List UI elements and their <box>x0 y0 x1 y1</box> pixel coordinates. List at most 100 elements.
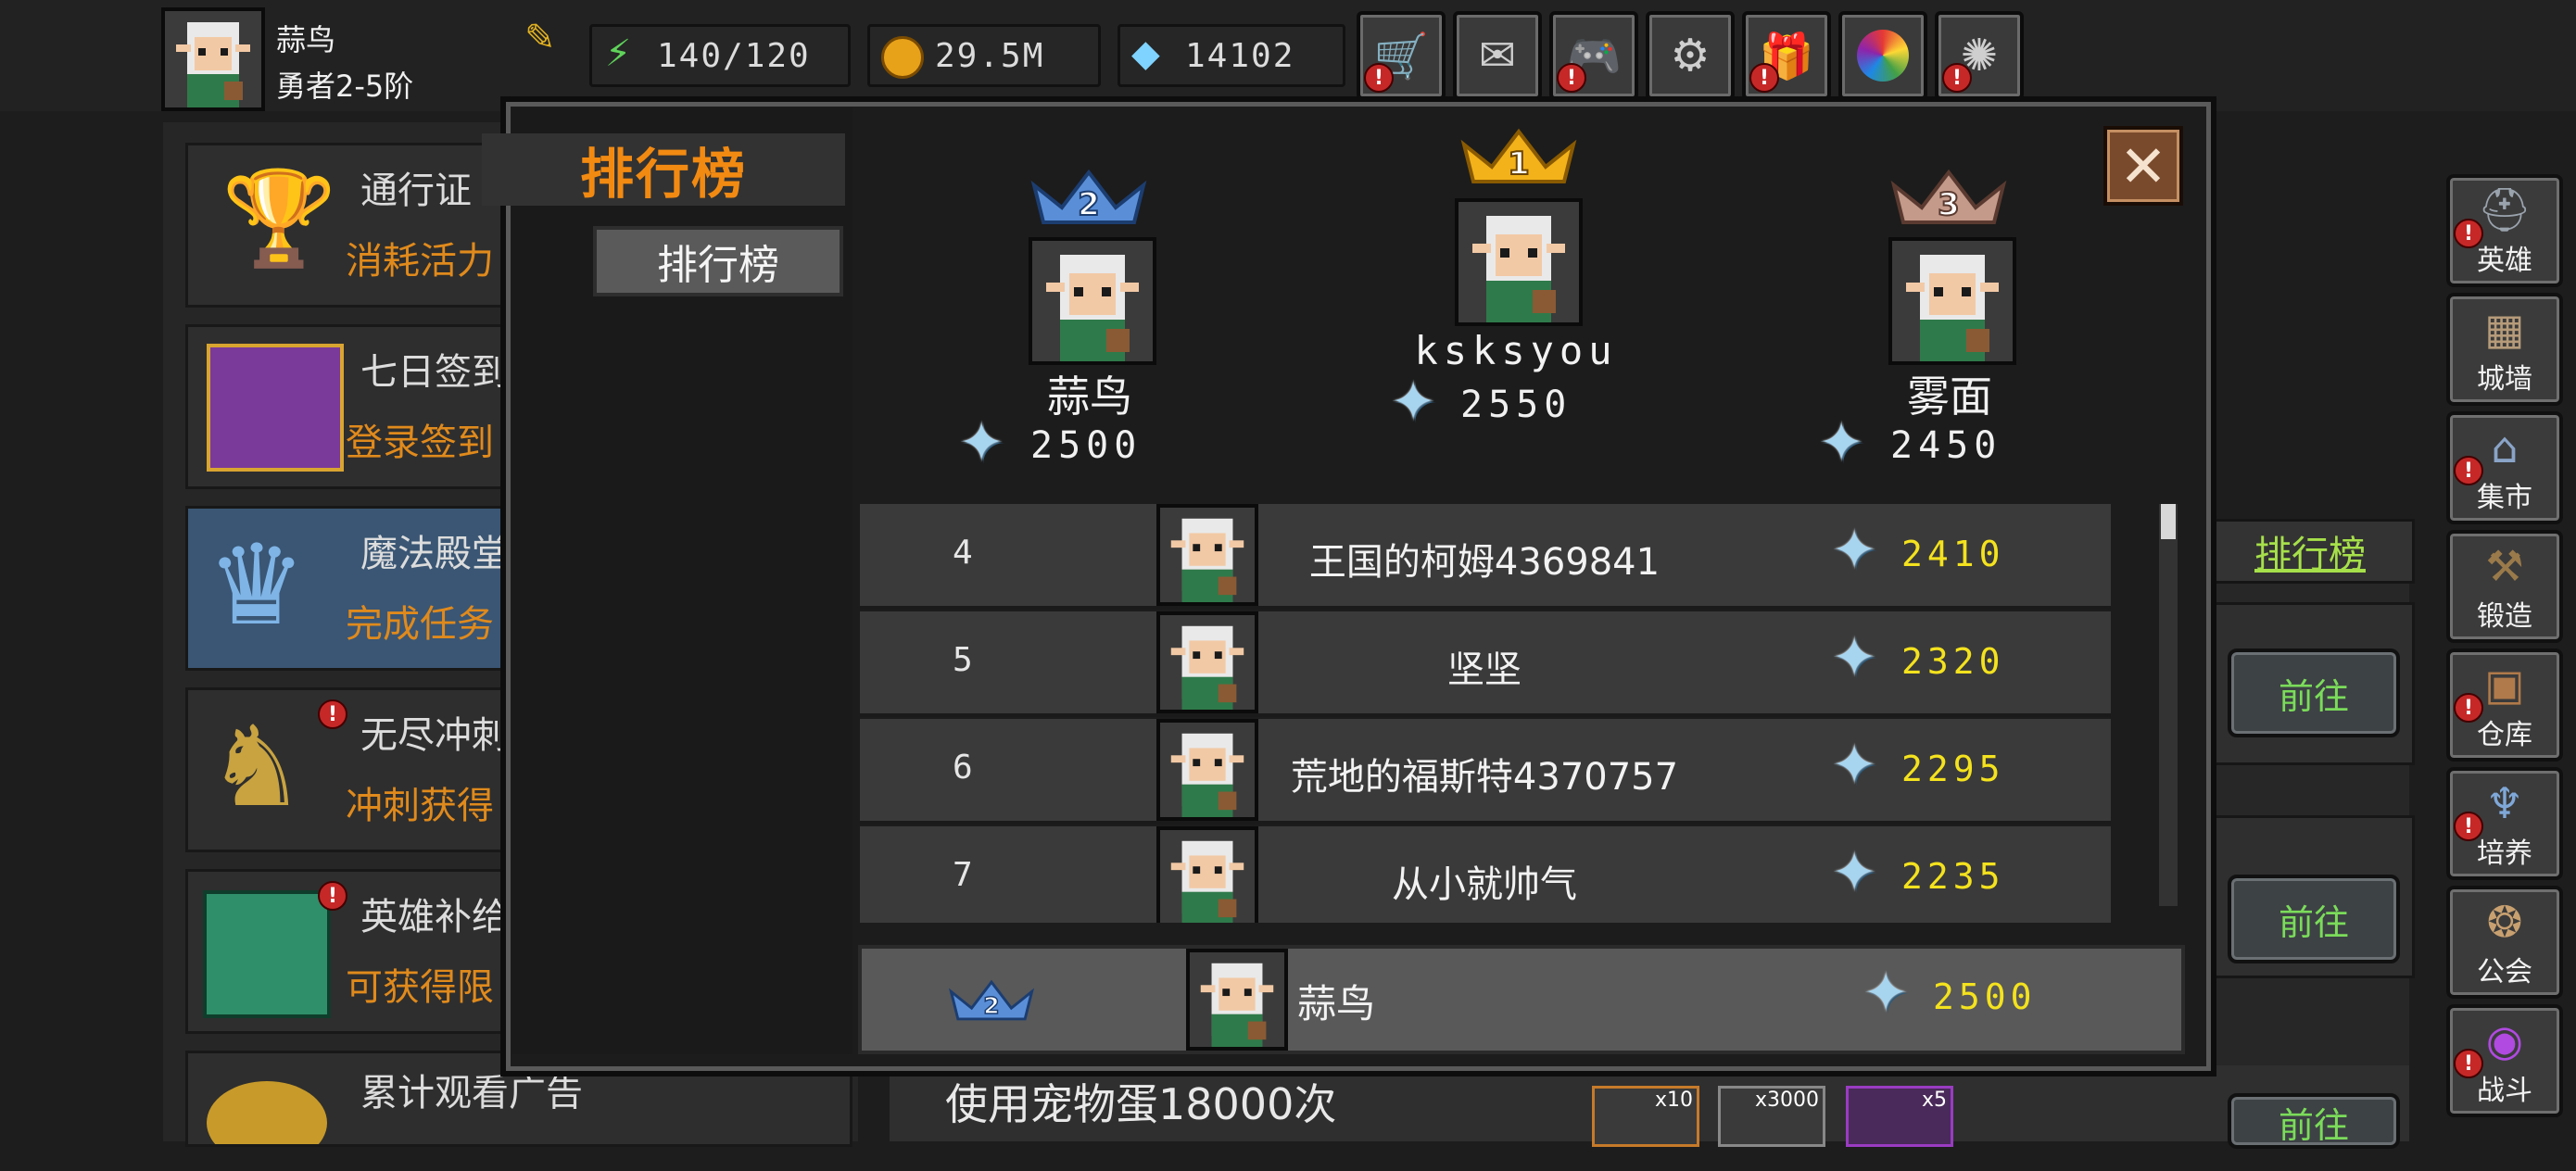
close-button[interactable]: ✕ <box>2103 126 2183 206</box>
settings-gear-icon: ⚙ <box>1670 30 1711 82</box>
menu-label: 城墙 <box>2477 363 2532 396</box>
gamepad-button[interactable]: 🎮! <box>1549 11 1638 100</box>
knight-armor-icon: ♞ <box>207 703 307 832</box>
treasure-chest-icon <box>207 344 344 472</box>
alert-badge: ! <box>1942 63 1972 93</box>
rank-row[interactable]: 4 王国的柯姆4369841 ✦ 2410 <box>860 504 2111 610</box>
row-score: 2235 <box>1901 856 2005 897</box>
settings-button[interactable]: ⚙ <box>1646 11 1735 100</box>
alert-badge: ! <box>1557 63 1586 93</box>
mail-button[interactable]: ✉ <box>1453 11 1542 100</box>
shop-cart-button[interactable]: 🛒! <box>1357 11 1446 100</box>
menu-label: 仓库 <box>2477 719 2532 751</box>
trophy-star-icon: ✦ <box>1818 410 1865 475</box>
alert-badge: ! <box>1364 63 1394 93</box>
alert-badge: ! <box>2454 1049 2483 1078</box>
go-button-label: 前往 <box>2278 901 2349 943</box>
edit-name-icon[interactable]: ✎ <box>524 17 556 59</box>
gift-button[interactable]: 🎁! <box>1742 11 1831 100</box>
menu-warehouse-button[interactable]: ▣ 仓库! <box>2446 648 2563 762</box>
rank-row[interactable]: 7 从小就帅气 ✦ 2235 <box>860 826 2111 923</box>
reward-slot[interactable]: x5 <box>1846 1086 1953 1147</box>
go-button[interactable]: 前往 <box>2228 875 2400 963</box>
menu-market-button[interactable]: ⌂ 集市! <box>2446 411 2563 524</box>
leaderboard-tab-label: 排行榜 <box>2254 534 2366 576</box>
rank-row[interactable]: 5 坚坚 ✦ 2320 <box>860 611 2111 717</box>
activity-title: 魔法殿堂 <box>360 533 509 575</box>
menu-guild-button[interactable]: ❂ 公会 <box>2446 886 2563 999</box>
activity-title: 英雄补给 <box>360 896 509 938</box>
alert-badge: ! <box>318 881 347 911</box>
menu-battle-button[interactable]: ◉ 战斗! <box>2446 1004 2563 1117</box>
tab-leaderboard[interactable]: 排行榜 <box>593 226 843 296</box>
color-wheel-button[interactable] <box>1838 11 1927 100</box>
silver-crown-icon: 2 <box>948 979 1035 1021</box>
menu-label: 公会 <box>2477 956 2532 988</box>
mail-icon: ✉ <box>1478 30 1517 82</box>
rank-number: 4 <box>953 534 973 572</box>
player-name: 蒜鸟 <box>276 22 336 57</box>
scrollbar-thumb[interactable] <box>2161 504 2176 539</box>
trophy-star-icon: ✦ <box>1831 518 1878 583</box>
player-avatar[interactable] <box>161 7 265 111</box>
guild-beast-icon: ❂ <box>2486 897 2523 947</box>
menu-label: 培养 <box>2477 837 2532 870</box>
svg-text:2: 2 <box>1078 186 1100 223</box>
alert-badge: ! <box>2454 693 2483 723</box>
podium-avatar-1[interactable] <box>1455 198 1583 326</box>
menu-wall-button[interactable]: ▦ 城墙 <box>2446 293 2563 406</box>
wall-icon: ▦ <box>2484 304 2525 354</box>
warehouse-icon: ▣ <box>2484 660 2525 710</box>
menu-forge-button[interactable]: ⚒ 锻造 <box>2446 530 2563 643</box>
row-score: 2320 <box>1901 641 2005 682</box>
rank-list[interactable]: 4 王国的柯姆4369841 ✦ 2410 5 坚坚 ✦ 2320 6 荒地的福… <box>860 504 2111 923</box>
scrollbar-track[interactable] <box>2159 504 2178 906</box>
reward-slot[interactable]: x3000 <box>1718 1086 1825 1147</box>
go-button-label: 前往 <box>2278 675 2349 717</box>
menu-hero-button[interactable]: ⛑ 英雄! <box>2446 174 2563 287</box>
trophy-star-icon: ✦ <box>1831 840 1878 905</box>
rank-row[interactable]: 6 荒地的福斯特4370757 ✦ 2295 <box>860 719 2111 825</box>
podium-avatar-3[interactable] <box>1888 237 2016 365</box>
modal-title: 排行榜 <box>579 143 747 206</box>
go-button[interactable]: 前往 <box>2228 1093 2400 1149</box>
leaderboard-tab[interactable]: 排行榜 <box>2205 519 2415 584</box>
row-avatar[interactable] <box>1156 719 1258 821</box>
podium-avatar-2[interactable] <box>1029 237 1156 365</box>
trophy-star-icon: ✦ <box>1831 733 1878 798</box>
go-button[interactable]: 前往 <box>2228 648 2400 737</box>
menu-cultivate-button[interactable]: ♆ 培养! <box>2446 767 2563 880</box>
menu-label: 英雄 <box>2477 245 2532 277</box>
diamond-resource: ◆ 14102 <box>1118 24 1345 87</box>
self-avatar[interactable] <box>1186 949 1288 1051</box>
elf-portrait-icon <box>1160 830 1255 923</box>
activity-title: 七日签到 <box>360 351 509 394</box>
rank-number: 6 <box>953 749 973 787</box>
reward-count: x3000 <box>1754 1089 1819 1112</box>
self-place: 2 <box>983 992 999 1019</box>
row-avatar[interactable] <box>1156 611 1258 713</box>
fireworks-button[interactable]: ✺! <box>1935 11 2024 100</box>
row-avatar[interactable] <box>1156 826 1258 923</box>
gold-crown-icon: 1 <box>1460 128 1577 183</box>
row-score: 2410 <box>1901 534 2005 574</box>
elf-portrait-icon <box>1160 508 1255 602</box>
reward-slot[interactable]: x10 <box>1592 1086 1699 1147</box>
menu-label: 集市 <box>2477 482 2532 514</box>
podium-score-3: 2450 <box>1890 424 2002 467</box>
gold-pile-icon <box>207 1081 327 1144</box>
elf-portrait-icon <box>1032 241 1153 361</box>
task-text: 使用宠物蛋18000次 <box>945 1079 1337 1129</box>
right-menu: ⛑ 英雄! ▦ 城墙 ⌂ 集市! ⚒ 锻造 ▣ 仓库! ♆ 培养! ❂ 公会 ◉ 战斗! <box>2446 174 2567 1119</box>
color-wheel-icon <box>1857 30 1909 82</box>
activity-subtitle: 登录签到 <box>346 422 494 464</box>
reward-count: x10 <box>1654 1089 1693 1112</box>
row-name: 荒地的福斯特4370757 <box>1290 756 1679 799</box>
alert-badge: ! <box>318 699 347 729</box>
row-avatar[interactable] <box>1156 504 1258 606</box>
self-rank-row[interactable]: 2 蒜鸟 ✦ 2500 <box>858 945 2185 1054</box>
elf-portrait-icon <box>1190 952 1284 1047</box>
rank-number: 5 <box>953 641 973 679</box>
elf-portrait-icon <box>1160 615 1255 710</box>
modal-title-bar: 排行榜 <box>482 133 845 206</box>
